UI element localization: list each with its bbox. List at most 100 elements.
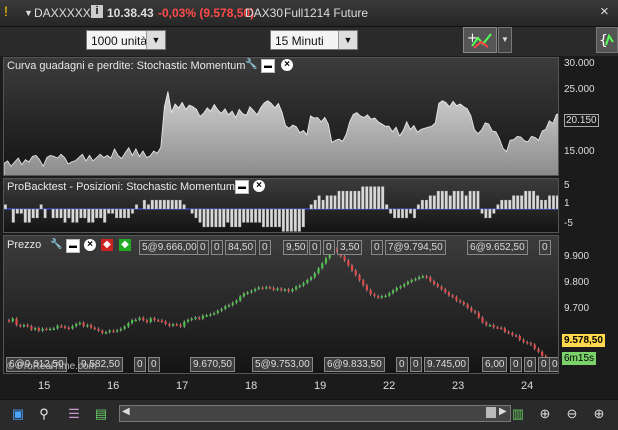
list-icon[interactable]: ☰ <box>66 406 82 422</box>
position-bar <box>11 208 15 223</box>
candle-body <box>406 281 410 285</box>
candle-body <box>164 321 167 324</box>
position-bar <box>134 204 139 210</box>
order-book-icon[interactable]: ▤ <box>93 406 109 422</box>
indicators-button[interactable]: { <box>596 27 618 53</box>
position-bar <box>321 199 325 210</box>
zoom-fit-icon[interactable]: ⊕ <box>537 406 553 422</box>
screenshot-icon[interactable]: ▣ <box>10 406 26 422</box>
candle-body <box>421 276 424 278</box>
candle-body <box>466 304 469 308</box>
candle-body <box>235 300 238 303</box>
order-label: 0 <box>539 240 551 255</box>
candle-body <box>514 335 518 337</box>
candle-body <box>503 328 507 332</box>
candle-body <box>287 289 290 292</box>
position-bar <box>150 199 154 210</box>
chart-type-icon[interactable]: ▥ <box>510 406 526 422</box>
position-bar <box>142 199 146 210</box>
candle-body <box>276 288 279 291</box>
position-bar <box>377 186 381 210</box>
close-icon[interactable]: × <box>281 59 293 71</box>
wrench-icon[interactable]: 🔧 <box>50 239 62 251</box>
candle-body <box>447 292 451 296</box>
price-change: -0,03% (9.578,50) <box>158 6 255 20</box>
candle-body <box>451 295 454 297</box>
position-bar <box>222 208 226 228</box>
position-bar <box>55 208 59 219</box>
order-label: 0 <box>134 357 146 372</box>
position-bar <box>234 208 238 228</box>
candle-body <box>440 286 443 290</box>
drawing-tools-dropdown-icon[interactable]: ▼ <box>498 27 512 53</box>
x-tick: 22 <box>383 380 396 392</box>
scroll-thumb[interactable] <box>486 407 496 418</box>
position-bar <box>258 208 262 223</box>
wrench-icon[interactable]: 🔧 <box>245 59 257 71</box>
chevron-down-icon[interactable]: ▼ <box>146 31 165 49</box>
scroll-right-icon[interactable]: ▶ <box>499 406 507 417</box>
link-icon[interactable]: ⚲ <box>36 406 52 422</box>
candle-body <box>134 319 137 322</box>
x-axis: 15 16 17 18 19 22 23 24 <box>3 376 559 396</box>
candle-body <box>246 292 249 294</box>
buy-order-icon[interactable]: ◆ <box>119 239 131 251</box>
timeframe-select[interactable]: 15 Minuti ▼ <box>270 30 358 50</box>
window-icon[interactable]: ▬ <box>261 59 275 73</box>
close-window-button[interactable]: × <box>600 3 609 20</box>
candle-body <box>172 324 175 326</box>
instrument-name[interactable]: DAXXXXXX <box>34 6 99 20</box>
instrument-menu-icon[interactable]: ▼ <box>24 8 33 18</box>
drawing-tools-button[interactable]: + <box>463 27 497 53</box>
candle-body <box>518 335 521 340</box>
close-icon[interactable]: × <box>84 239 96 251</box>
position-size-select[interactable]: 1000 unità ▼ <box>86 30 166 50</box>
x-tick: 23 <box>452 380 465 392</box>
window-icon[interactable]: ▬ <box>235 180 249 194</box>
position-bar <box>178 199 182 210</box>
position-bar <box>111 208 115 214</box>
candle-body <box>362 280 365 286</box>
candle-body <box>365 285 369 291</box>
info-icon[interactable]: i <box>91 5 103 18</box>
candle-body <box>179 324 182 327</box>
candle-body <box>395 287 398 291</box>
position-bar <box>408 208 413 214</box>
close-icon[interactable]: × <box>253 180 265 192</box>
chevron-down-icon[interactable]: ▼ <box>338 31 357 49</box>
candle-body <box>168 323 171 326</box>
alert-icon[interactable]: ! <box>4 3 8 19</box>
order-label: 0 <box>197 240 209 255</box>
candle-body <box>537 348 540 352</box>
candle-body <box>231 302 234 306</box>
position-bar <box>103 208 107 223</box>
candle-body <box>194 317 197 320</box>
position-bar <box>238 208 242 228</box>
candle-body <box>205 315 208 317</box>
candle-body <box>63 326 67 329</box>
zoom-out-icon[interactable]: ⊖ <box>564 406 580 422</box>
sell-order-icon[interactable]: ◆ <box>101 239 113 251</box>
title-bar: ! ▼ DAXXXXXX i 10.38.43 -0,03% (9.578,50… <box>0 0 618 27</box>
candle-body <box>541 351 544 356</box>
candle-body <box>309 277 313 280</box>
position-bar <box>182 204 186 210</box>
window-icon[interactable]: ▬ <box>66 239 80 253</box>
candle-body <box>298 285 301 288</box>
candle-body <box>488 325 492 327</box>
y-tick-current: 20.150 <box>564 114 599 127</box>
candle-body <box>350 265 354 271</box>
y-tick: 9.700 <box>564 303 590 314</box>
candle-body <box>280 288 283 291</box>
candle-body <box>242 293 246 297</box>
position-bar <box>119 208 123 219</box>
zoom-in-icon[interactable]: ⊕ <box>591 406 607 422</box>
candle-body <box>153 318 156 321</box>
scroll-left-icon[interactable]: ◀ <box>122 406 130 417</box>
horizontal-scrollbar[interactable]: ◀ ▶ <box>119 405 511 422</box>
order-label: 0 <box>259 240 271 255</box>
candle-body <box>492 325 495 328</box>
candle-body <box>175 324 178 326</box>
y-tick: 9.800 <box>564 277 590 288</box>
position-bar <box>194 208 198 219</box>
